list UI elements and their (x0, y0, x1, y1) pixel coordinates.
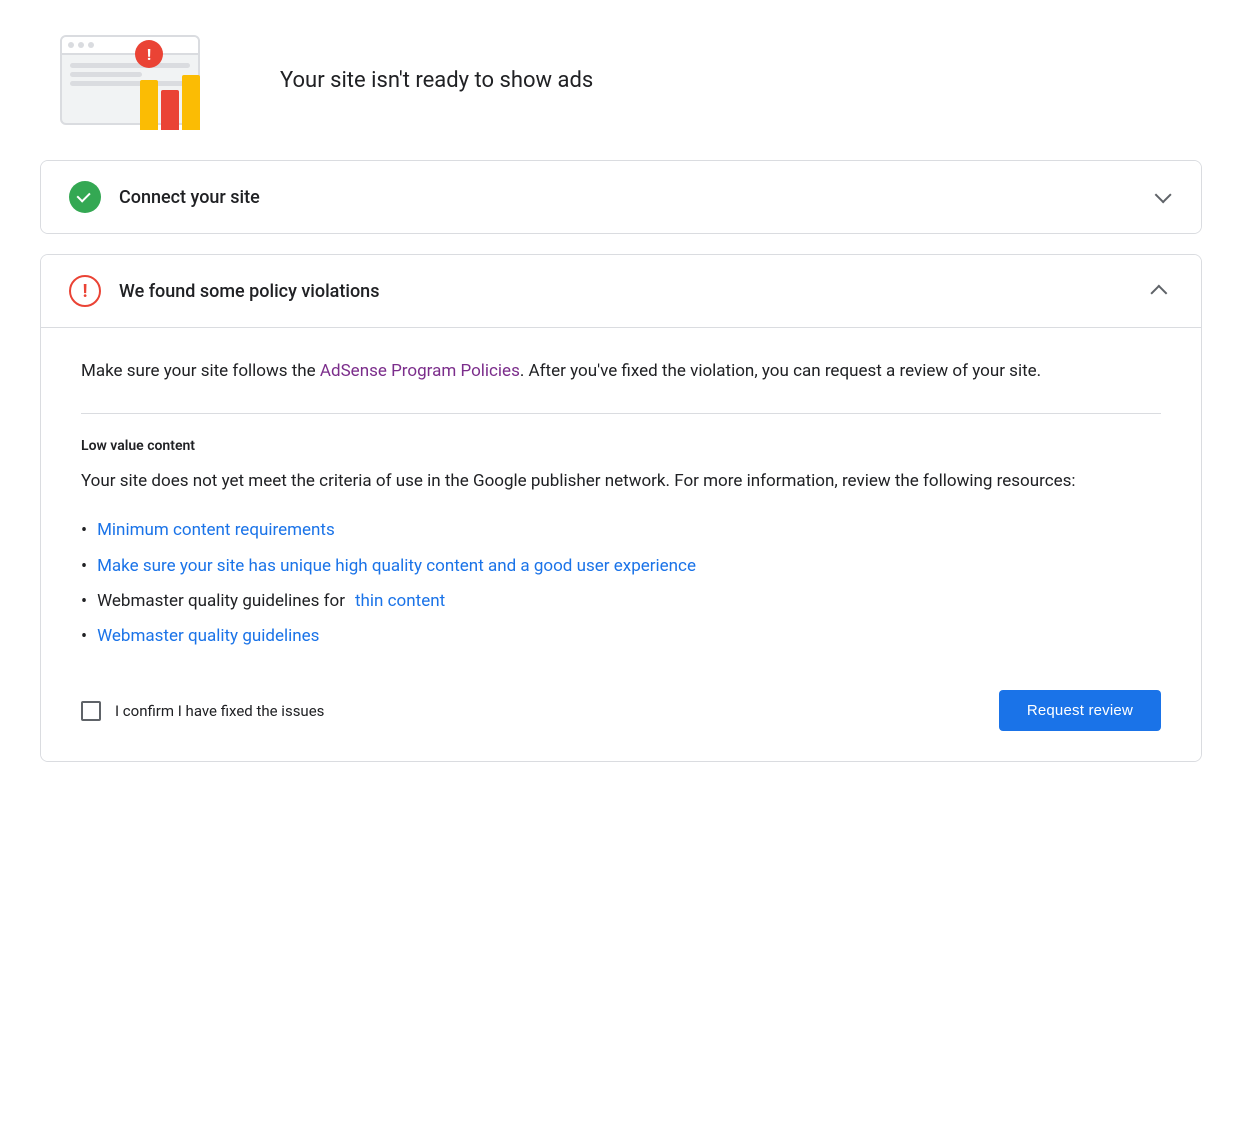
confirm-text: I confirm I have fixed the issues (115, 702, 324, 720)
connect-site-title: Connect your site (119, 187, 260, 208)
section-divider (81, 413, 1161, 414)
hero-illustration: ! (40, 30, 260, 130)
page-wrapper: ! Your site isn't ready to show ads Conn… (0, 0, 1242, 842)
connect-site-card: Connect your site (40, 160, 1202, 234)
warning-badge-illustration: ! (135, 40, 163, 68)
policy-intro-before-link: Make sure your site follows the (81, 361, 320, 381)
thin-content-link[interactable]: thin content (355, 588, 445, 615)
policy-intro-text: Make sure your site follows the AdSense … (81, 358, 1161, 385)
policy-violations-header-left: ! We found some policy violations (69, 275, 379, 307)
confirm-checkbox[interactable] (81, 701, 101, 721)
resource-list: Minimum content requirements Make sure y… (81, 517, 1161, 650)
connect-site-header-left: Connect your site (69, 181, 260, 213)
unique-content-link[interactable]: Make sure your site has unique high qual… (97, 553, 696, 580)
chevron-down-icon[interactable] (1149, 185, 1173, 209)
card-footer: I confirm I have fixed the issues Reques… (81, 680, 1161, 731)
adsense-policies-link[interactable]: AdSense Program Policies (320, 361, 520, 381)
policy-violations-header[interactable]: ! We found some policy violations (41, 255, 1201, 327)
connect-site-header[interactable]: Connect your site (41, 161, 1201, 233)
books-illustration (140, 75, 200, 130)
request-review-button[interactable]: Request review (999, 690, 1161, 731)
minimum-content-link[interactable]: Minimum content requirements (97, 517, 335, 544)
warning-icon: ! (69, 275, 101, 307)
violation-description: Your site does not yet meet the criteria… (81, 468, 1161, 495)
confirm-label[interactable]: I confirm I have fixed the issues (81, 701, 324, 721)
list-item: Make sure your site has unique high qual… (81, 553, 1161, 580)
hero-subtitle: Your site isn't ready to show ads (260, 68, 593, 93)
policy-violations-title: We found some policy violations (119, 281, 379, 302)
check-icon (69, 181, 101, 213)
policy-violations-body: Make sure your site follows the AdSense … (41, 327, 1201, 761)
webmaster-thin-prefix: Webmaster quality guidelines for (97, 588, 345, 615)
list-item: Minimum content requirements (81, 517, 1161, 544)
webmaster-guidelines-link[interactable]: Webmaster quality guidelines (97, 623, 319, 650)
list-item: Webmaster quality guidelines (81, 623, 1161, 650)
list-item: Webmaster quality guidelines for thin co… (81, 588, 1161, 615)
policy-intro-after-link: . After you've fixed the violation, you … (520, 361, 1041, 381)
policy-violations-card: ! We found some policy violations Make s… (40, 254, 1202, 762)
chevron-up-icon[interactable] (1149, 279, 1173, 303)
violation-label: Low value content (81, 438, 1161, 454)
hero-section: ! Your site isn't ready to show ads (40, 0, 1202, 160)
